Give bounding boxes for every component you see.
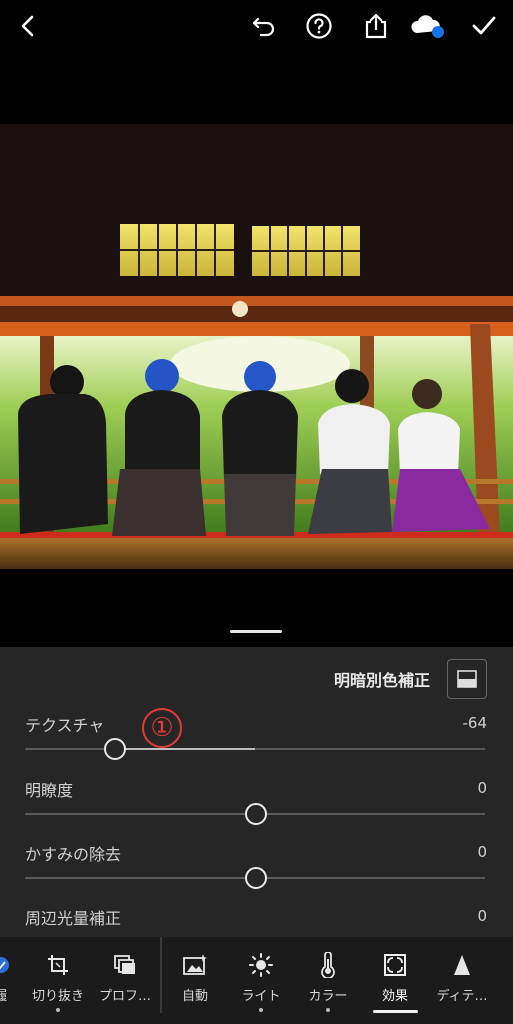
- clarity-label: 明瞭度: [25, 781, 74, 800]
- share-icon[interactable]: [358, 8, 394, 44]
- dehaze-value[interactable]: 0: [477, 843, 487, 861]
- tool-crop[interactable]: 切り抜き: [28, 937, 88, 1024]
- done-check-icon[interactable]: [466, 8, 502, 44]
- presets-icon: [0, 951, 12, 979]
- color-icon: [320, 951, 336, 979]
- tool-presets-label: 履: [0, 989, 8, 1004]
- tool-profile[interactable]: プロフ…: [95, 937, 155, 1024]
- crop-icon: [46, 951, 70, 979]
- profile-icon: [113, 951, 137, 979]
- tool-crop-indicator: [56, 1008, 60, 1012]
- cloud-sync-icon[interactable]: [410, 8, 446, 44]
- auto-icon: [182, 951, 208, 979]
- tool-crop-label: 切り抜き: [31, 989, 84, 1004]
- tool-color-indicator: [326, 1008, 330, 1012]
- panel-drag-handle[interactable]: [230, 630, 282, 633]
- texture-slider-fill: [116, 748, 255, 750]
- clarity-value[interactable]: 0: [477, 779, 487, 797]
- active-tool-indicator: [373, 1010, 418, 1013]
- top-bar: [0, 0, 513, 56]
- light-icon: [248, 951, 274, 979]
- dehaze-slider-thumb[interactable]: [245, 867, 267, 889]
- tool-profile-label: プロフ…: [98, 989, 151, 1004]
- texture-value[interactable]: -64: [463, 714, 488, 732]
- clarity-slider-thumb[interactable]: [245, 803, 267, 825]
- effects-panel: 明暗別色補正: [0, 647, 513, 937]
- vignette-label: 周辺光量補正: [25, 909, 122, 928]
- detail-icon: [452, 951, 472, 979]
- bottom-toolbar: 履 切り抜き プロフ… 自動 ライト カラー 効果 ディテ…: [0, 937, 513, 1024]
- split-toning-button[interactable]: [447, 659, 487, 699]
- dehaze-label: かすみの除去: [25, 845, 122, 864]
- tool-color-label: カラー: [308, 989, 348, 1004]
- effects-icon: [383, 951, 407, 979]
- tool-auto[interactable]: 自動: [170, 937, 220, 1024]
- tool-presets[interactable]: 履: [0, 937, 16, 1024]
- tool-detail-label: ディテ…: [436, 989, 488, 1004]
- split-tone-icon: [457, 670, 477, 688]
- vignette-value[interactable]: 0: [477, 907, 487, 925]
- tool-effects-label: 効果: [381, 989, 408, 1004]
- tool-detail[interactable]: ディテ…: [432, 937, 492, 1024]
- split-toning-label[interactable]: 明暗別色補正: [334, 667, 430, 691]
- tool-light-label: ライト: [241, 989, 281, 1004]
- edited-photo: [0, 124, 513, 569]
- undo-icon[interactable]: [246, 8, 282, 44]
- tool-light-indicator: [259, 1008, 263, 1012]
- texture-slider-thumb[interactable]: [104, 738, 126, 760]
- texture-label: テクスチャ: [25, 716, 105, 735]
- toolbar-divider: [160, 937, 162, 1013]
- annotation-marker: ①: [142, 708, 182, 748]
- tool-light[interactable]: ライト: [236, 937, 286, 1024]
- help-icon[interactable]: [301, 8, 337, 44]
- photo-canvas[interactable]: [0, 56, 513, 646]
- tool-auto-label: 自動: [181, 989, 208, 1004]
- back-icon[interactable]: [10, 8, 46, 44]
- texture-slider-track[interactable]: [25, 748, 485, 750]
- tool-color[interactable]: カラー: [303, 937, 353, 1024]
